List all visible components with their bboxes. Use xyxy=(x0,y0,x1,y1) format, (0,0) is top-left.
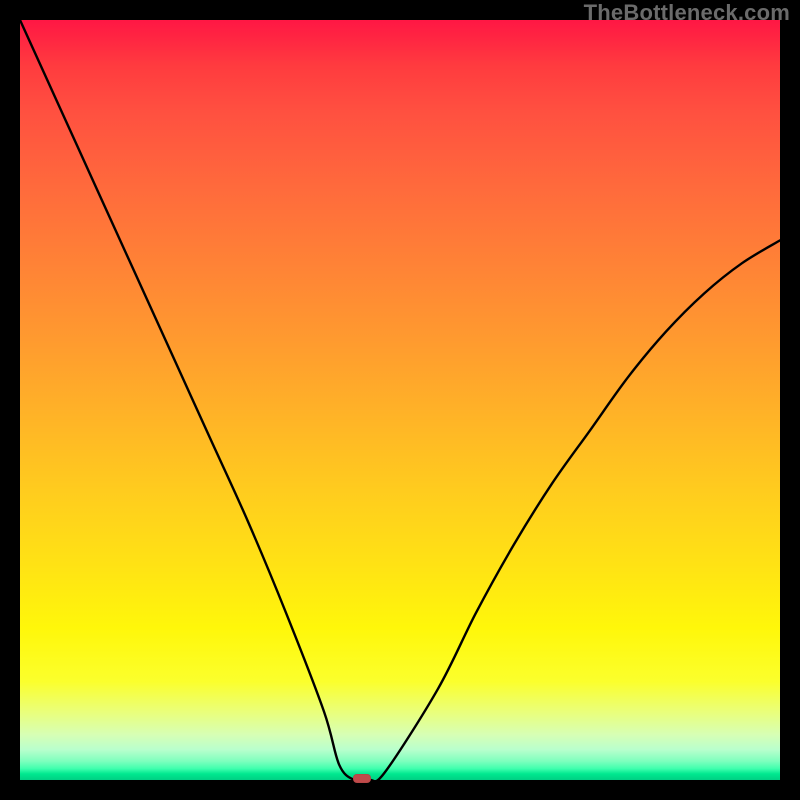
plot-background-gradient xyxy=(20,20,780,780)
optimal-point-marker xyxy=(353,774,371,783)
watermark-text: TheBottleneck.com xyxy=(584,0,790,26)
